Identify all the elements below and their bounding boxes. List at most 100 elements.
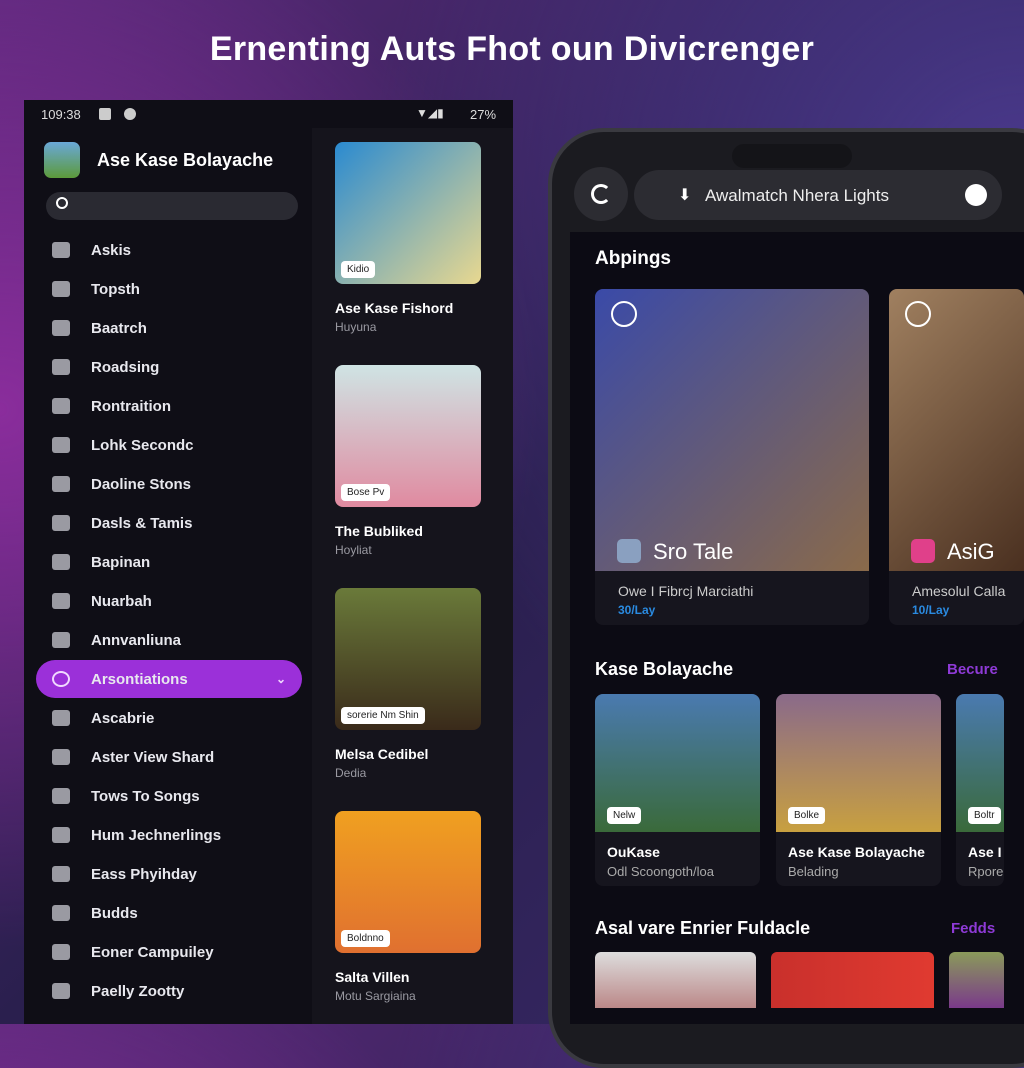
sidebar-item[interactable]: Eass Phyihday (36, 855, 302, 893)
card-title: OuKase (607, 844, 660, 860)
sidebar-item[interactable]: Dasls & Tamis (36, 504, 302, 542)
media-card[interactable]: sorerie Nm Shin Melsa Cedibel Dedia (335, 588, 481, 780)
menu-item-icon (52, 554, 70, 570)
sidebar-item[interactable]: Askis (36, 231, 302, 269)
featured-card[interactable]: Sro Tale Owe I Fibrcj Marciathi 30/Lay (595, 289, 869, 625)
media-card[interactable]: Bose Pv The Bubliked Hoyliat (335, 365, 481, 557)
thumbnail: Boldnno (335, 811, 481, 953)
sidebar-item[interactable]: Arsontiations ⌄ (36, 660, 302, 698)
card-title: Ase Kase Bolayache (788, 844, 925, 860)
menu-item-icon (52, 281, 70, 297)
sidebar-item-label: Topsth (91, 280, 140, 298)
card-subtitle: Motu Sargiaina (335, 989, 416, 1003)
menu-item-icon (52, 905, 70, 921)
sidebar-item-label: Eass Phyihday (91, 865, 197, 883)
search-icon (56, 197, 68, 209)
sidebar-item-label: Roadsing (91, 358, 160, 376)
notification-icon (99, 108, 111, 120)
sidebar-item[interactable]: Aster View Shard (36, 738, 302, 776)
sidebar-item-label: Rontraition (91, 397, 171, 415)
thumbnail[interactable] (949, 952, 1004, 1008)
search-input[interactable] (46, 192, 298, 220)
menu-item-icon (52, 359, 70, 375)
thumbnail: Sro Tale (595, 289, 869, 571)
menu-item-icon (52, 632, 70, 648)
card-title: Ase Kase Fishord (335, 300, 454, 316)
sidebar-item[interactable]: Topsth (36, 270, 302, 308)
menu-item-icon (52, 398, 70, 414)
tag-badge: Bolke (788, 807, 826, 824)
sidebar-item[interactable]: Paelly Zootty (36, 972, 302, 1010)
sidebar-item-label: Aster View Shard (91, 748, 215, 766)
sidebar-item[interactable]: Hum Jechnerlings (36, 816, 302, 854)
profile-icon[interactable] (965, 184, 987, 206)
tag-badge: Boldnno (341, 930, 390, 947)
search-bar[interactable]: ⬇ Awalmatch Nhera Lights (634, 170, 1002, 220)
sidebar: Ase Kase Bolayache Askis Topsth Baatrch Roa… (24, 128, 312, 1024)
featured-subtitle: Owe I Fibrcj Marciathi (618, 583, 754, 599)
app-name: Ase Kase Bolayache (97, 150, 274, 170)
see-more-link[interactable]: Fedds (951, 920, 995, 937)
sidebar-item[interactable]: Bapinan (36, 543, 302, 581)
thumbnail: Bolke (776, 694, 941, 832)
sidebar-item[interactable]: Lohk Secondc (36, 426, 302, 464)
sidebar-item-label: Baatrch (91, 319, 147, 337)
app-logo (44, 142, 80, 178)
featured-card[interactable]: AsiG Amesolul Calla 10/Lay (889, 289, 1024, 625)
sidebar-item[interactable]: Budds (36, 894, 302, 932)
see-more-link[interactable]: Becure (947, 661, 998, 678)
sidebar-item[interactable]: Baatrch (36, 309, 302, 347)
menu-item-icon (52, 242, 70, 258)
tag-badge: Boltr (968, 807, 1001, 824)
sidebar-item-label: Askis (91, 241, 132, 259)
menu-item-icon (52, 593, 70, 609)
card-subtitle: Belading (788, 864, 839, 879)
menu-item-icon (52, 710, 70, 726)
sidebar-item[interactable]: Ascabrie (36, 699, 302, 737)
app-icon (617, 539, 641, 563)
card-title: Salta Villen (335, 969, 410, 985)
sidebar-item-label: Lohk Secondc (91, 436, 194, 454)
thumbnail: Boltr (956, 694, 1004, 832)
sidebar-item[interactable]: Nuarbah (36, 582, 302, 620)
featured-title: Sro Tale (653, 539, 734, 564)
thumbnail[interactable] (771, 952, 934, 1008)
back-button[interactable] (574, 167, 628, 221)
sidebar-item[interactable]: Roadsing (36, 348, 302, 386)
sidebar-item-label: Annvanliuna (91, 631, 182, 649)
menu-item-icon (52, 437, 70, 453)
tag-badge: Nelw (607, 807, 642, 824)
featured-title: AsiG (947, 539, 995, 564)
chevron-down-icon[interactable]: ⌄ (276, 672, 286, 686)
featured-meta: 30/Lay (618, 603, 656, 617)
media-card[interactable]: Bolke Ase Kase Bolayache Belading (776, 694, 941, 886)
card-subtitle: Hoyliat (335, 543, 372, 557)
thumbnail: Bose Pv (335, 365, 481, 507)
menu-item-icon (52, 671, 70, 687)
sidebar-item[interactable]: Tows To Songs (36, 777, 302, 815)
sidebar-item[interactable]: Eoner Campuiley (36, 933, 302, 971)
sidebar-item[interactable]: Daoline Stons (36, 465, 302, 503)
menu-item-icon (52, 476, 70, 492)
thumbnail: AsiG (889, 289, 1024, 571)
card-title: Melsa Cedibel (335, 746, 429, 762)
thumbnail: Nelw (595, 694, 760, 832)
sidebar-item[interactable]: Rontraition (36, 387, 302, 425)
tag-badge: Bose Pv (341, 484, 391, 501)
thumbnail[interactable] (595, 952, 756, 1008)
media-card[interactable]: Nelw OuKase Odl Scoongoth/loa (595, 694, 760, 886)
menu-item-icon (52, 515, 70, 531)
app-icon (911, 539, 935, 563)
play-icon[interactable] (611, 301, 637, 327)
menu-item-icon (52, 866, 70, 882)
sidebar-item[interactable]: Annvanliuna (36, 621, 302, 659)
menu-item-icon (52, 788, 70, 804)
media-card[interactable]: Boldnno Salta Villen Motu Sargiaina (335, 811, 481, 1003)
sidebar-item-label: Tows To Songs (91, 787, 200, 805)
play-icon[interactable] (905, 301, 931, 327)
battery-level: 27% (470, 107, 497, 122)
card-subtitle: Dedia (335, 766, 367, 780)
media-card[interactable]: Boltr Ase I Rpore (956, 694, 1004, 886)
media-card[interactable]: Kidio Ase Kase Fishord Huyuna (335, 142, 481, 334)
refresh-icon (591, 184, 611, 204)
